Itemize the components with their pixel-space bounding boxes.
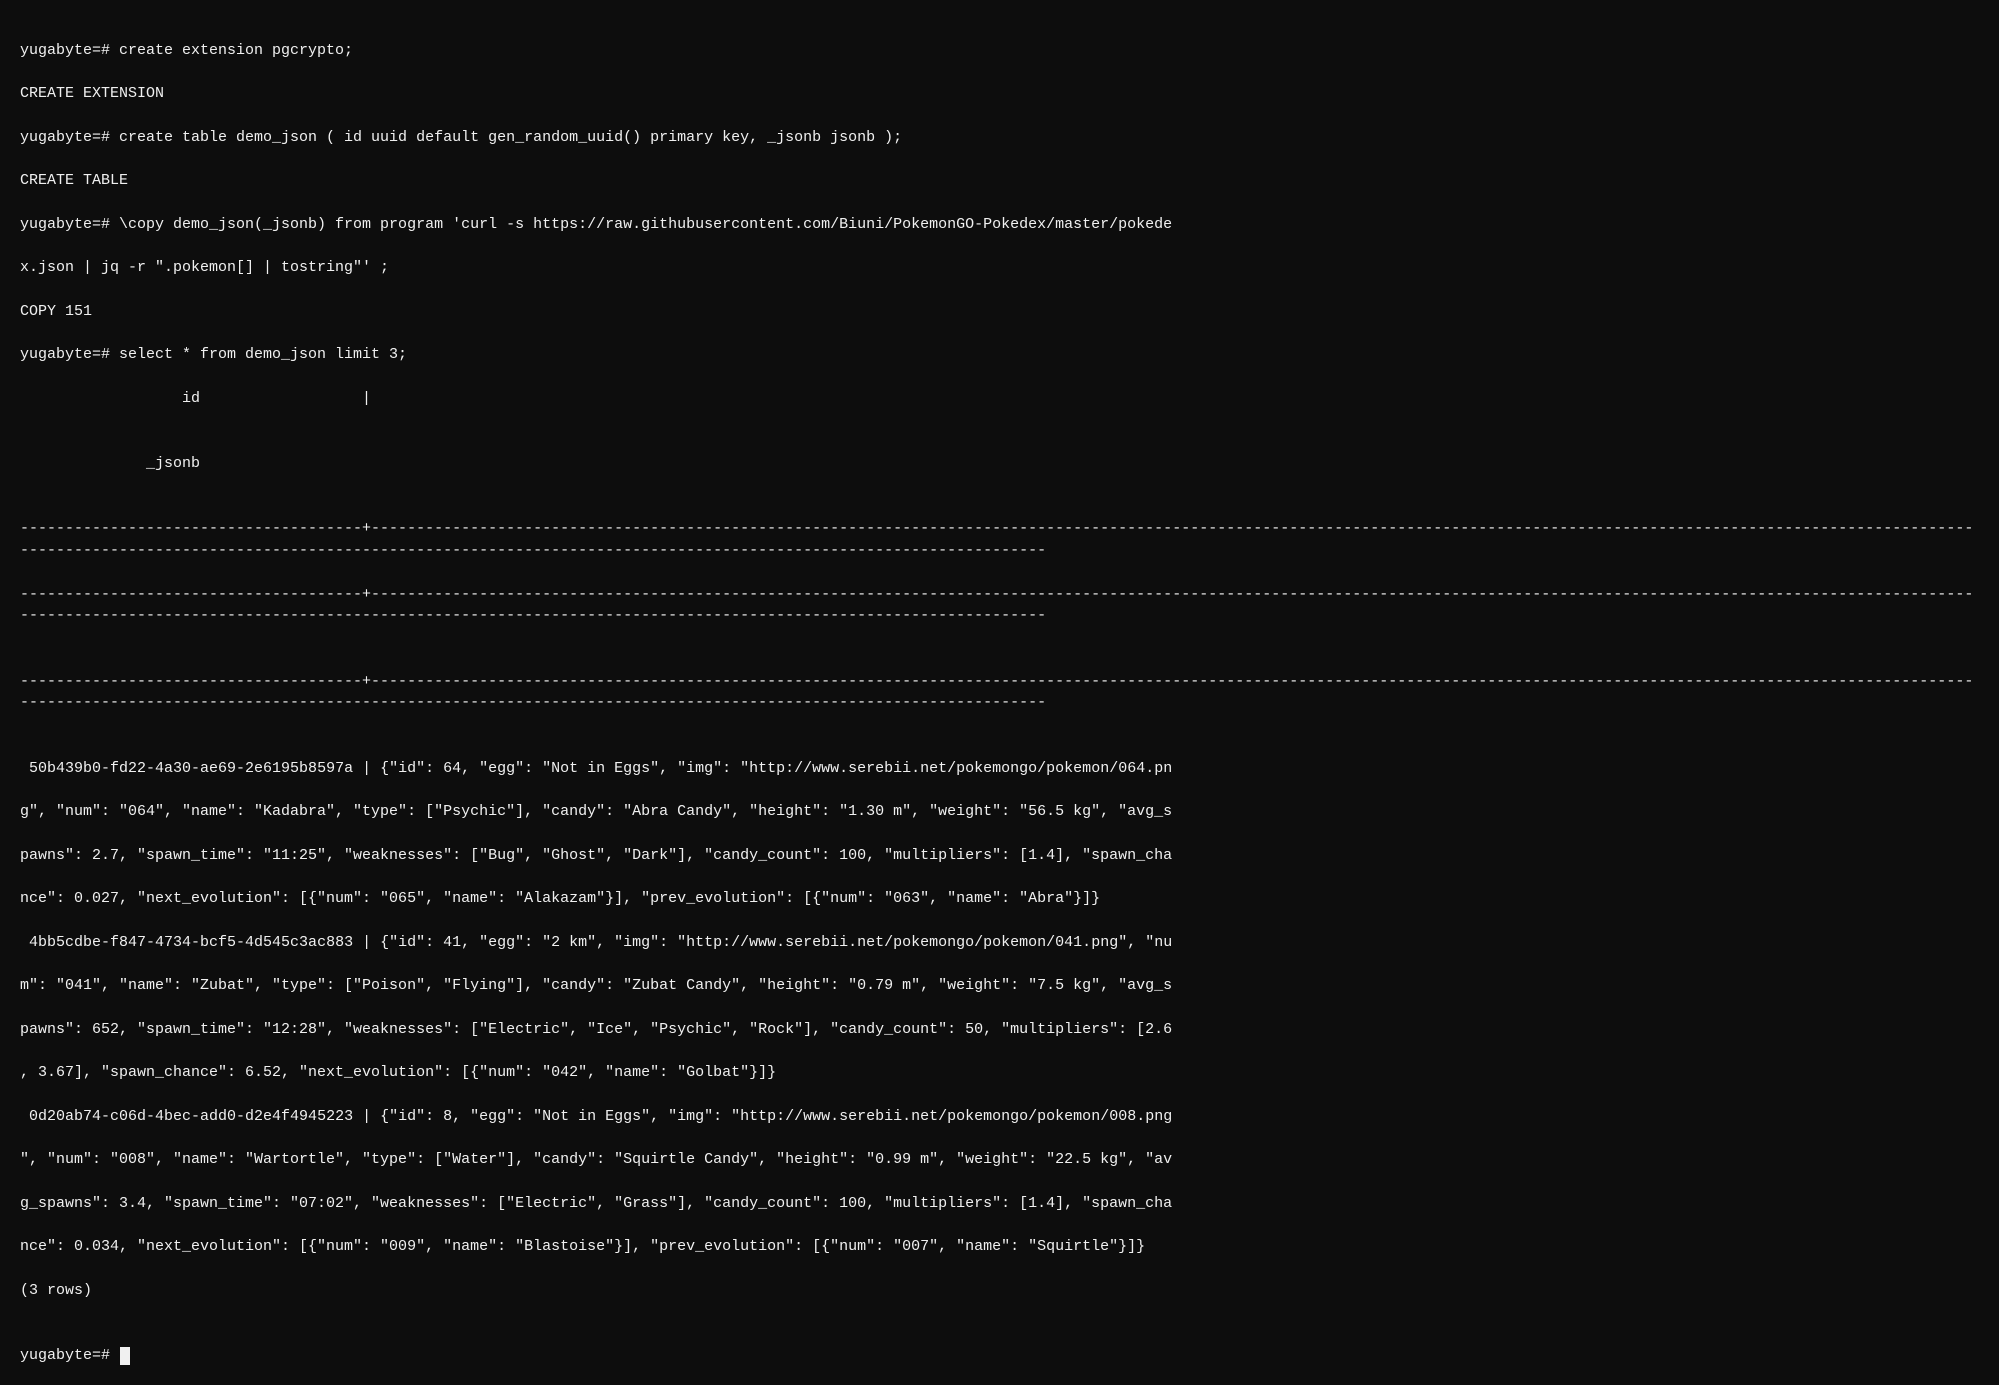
terminal-line: g", "num": "064", "name": "Kadabra", "ty… — [20, 801, 1979, 823]
terminal-line: --------------------------------------+-… — [20, 584, 1979, 628]
terminal-line: _jsonb — [20, 453, 1979, 475]
terminal-line: pawns": 2.7, "spawn_time": "11:25", "wea… — [20, 845, 1979, 867]
terminal-line: yugabyte=# \copy demo_json(_jsonb) from … — [20, 214, 1979, 236]
terminal-line: 50b439b0-fd22-4a30-ae69-2e6195b8597a | {… — [20, 758, 1979, 780]
terminal: yugabyte=# create extension pgcrypto; CR… — [0, 0, 1999, 1385]
terminal-line: (3 rows) — [20, 1280, 1979, 1302]
terminal-line: CREATE EXTENSION — [20, 83, 1979, 105]
terminal-line: CREATE TABLE — [20, 170, 1979, 192]
terminal-line: x.json | jq -r ".pokemon[] | tostring"' … — [20, 257, 1979, 279]
terminal-line: , 3.67], "spawn_chance": 6.52, "next_evo… — [20, 1062, 1979, 1084]
terminal-line: --------------------------------------+-… — [20, 518, 1979, 562]
prompt-line: yugabyte=# — [20, 1345, 1979, 1367]
cursor — [120, 1347, 130, 1365]
terminal-line: --------------------------------------+-… — [20, 671, 1979, 715]
terminal-line: id | — [20, 388, 1979, 410]
terminal-line: g_spawns": 3.4, "spawn_time": "07:02", "… — [20, 1193, 1979, 1215]
terminal-line: m": "041", "name": "Zubat", "type": ["Po… — [20, 975, 1979, 997]
terminal-line: nce": 0.034, "next_evolution": [{"num": … — [20, 1236, 1979, 1258]
terminal-line: 4bb5cdbe-f847-4734-bcf5-4d545c3ac883 | {… — [20, 932, 1979, 954]
terminal-line: COPY 151 — [20, 301, 1979, 323]
terminal-line: nce": 0.027, "next_evolution": [{"num": … — [20, 888, 1979, 910]
terminal-line: 0d20ab74-c06d-4bec-add0-d2e4f4945223 | {… — [20, 1106, 1979, 1128]
terminal-line: yugabyte=# select * from demo_json limit… — [20, 344, 1979, 366]
terminal-line: yugabyte=# create table demo_json ( id u… — [20, 127, 1979, 149]
terminal-line: pawns": 652, "spawn_time": "12:28", "wea… — [20, 1019, 1979, 1041]
terminal-line: yugabyte=# create extension pgcrypto; — [20, 40, 1979, 62]
terminal-line: ", "num": "008", "name": "Wartortle", "t… — [20, 1149, 1979, 1171]
prompt-text: yugabyte=# — [20, 1345, 119, 1367]
